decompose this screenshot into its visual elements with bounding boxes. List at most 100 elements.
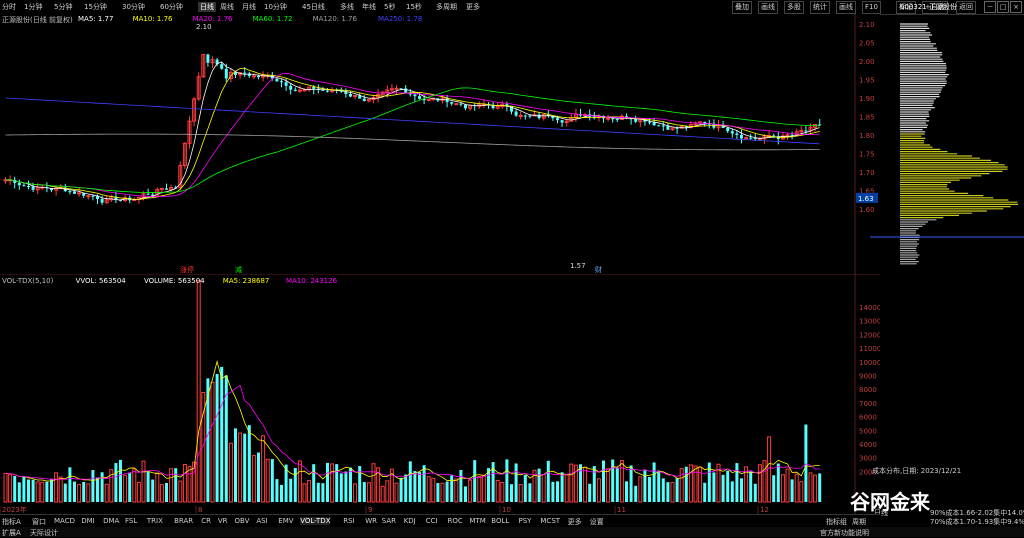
indicator-tab-8[interactable]: CR <box>201 517 211 525</box>
candle-body <box>804 130 808 132</box>
candle-body <box>73 191 76 194</box>
cost-dist-title: 成本分布,日期: 2023/12/21 <box>872 467 962 475</box>
low-label: 1.57 <box>570 262 586 270</box>
timeframe-4[interactable]: 30分钟 <box>122 2 145 12</box>
month-label-1: 8 <box>198 506 202 514</box>
toolbar-button-1[interactable]: 画线 <box>758 1 778 14</box>
indicator-tab-21[interactable]: BOLL <box>491 517 509 525</box>
indicator-tab-24[interactable]: 更多 <box>568 517 582 527</box>
watermark-logo: 谷网金来 <box>850 490 930 514</box>
toolbar-button-5[interactable]: F10 <box>862 1 881 14</box>
price-title: 正源股份(日线 前复权) <box>2 16 73 24</box>
indicator-tab-11[interactable]: ASI <box>256 517 267 525</box>
indicator-tab-10[interactable]: OBV <box>235 517 250 525</box>
indicator-tab-0[interactable]: 指标A <box>2 517 21 527</box>
volume-bar <box>220 366 224 502</box>
timeframe-9[interactable]: 10分钟 <box>264 2 287 12</box>
vol-legend-0: VOL-TDX(5,10) <box>2 277 54 285</box>
indicator-tab-16[interactable]: SAR <box>382 517 396 525</box>
indicator-tab-23[interactable]: MCST <box>540 517 560 525</box>
volume-bar <box>588 483 592 502</box>
candle-body <box>749 137 753 139</box>
toolbar-button-3[interactable]: 统计 <box>810 1 830 14</box>
candle-body <box>91 195 95 197</box>
month-label-2: 9 <box>368 506 372 514</box>
stock-code: 600321 正源股份 <box>900 3 957 11</box>
indicator-tab-20[interactable]: MTM <box>469 517 485 525</box>
period-control[interactable]: 周期 <box>852 517 866 527</box>
indicator-tab-4[interactable]: DMA <box>103 517 119 525</box>
volume-bar <box>592 466 596 502</box>
indicator-tab-18[interactable]: CCI <box>426 517 438 525</box>
vol-legend-4: MA10: 243126 <box>286 277 338 285</box>
candle-body <box>234 72 237 75</box>
volume-bar <box>293 467 297 502</box>
candle-body <box>514 111 518 116</box>
toolbar-button-8[interactable]: 返回 <box>956 1 976 14</box>
indicator-tab-22[interactable]: PSY <box>519 517 532 525</box>
indicator-tab-12[interactable]: EMV <box>278 517 293 525</box>
volume-bar <box>280 484 283 502</box>
toolbar-button-0[interactable]: 叠加 <box>732 1 752 14</box>
timeframe-1[interactable]: 1分钟 <box>24 2 42 12</box>
timeframe-12[interactable]: 年线 <box>362 2 376 12</box>
volume-bar <box>82 481 86 502</box>
timeframe-14[interactable]: 15秒 <box>406 2 422 12</box>
volume-bar <box>661 478 665 502</box>
volume-bar <box>17 482 21 502</box>
candle-body <box>615 119 619 121</box>
vol-legend-1: VVOL: 563504 <box>75 277 126 285</box>
indicator-tab-3[interactable]: DMI <box>81 517 95 525</box>
candle-body <box>394 87 399 90</box>
timeframe-0[interactable]: 分时 <box>2 2 16 12</box>
ma-legend-3: MA60: 1.72 <box>252 15 293 23</box>
timeframe-11[interactable]: 多线 <box>340 2 354 12</box>
candle-body <box>27 186 30 188</box>
price-chart[interactable]: 2.102.052.001.951.901.851.801.751.701.65… <box>0 14 880 274</box>
close-icon[interactable]: × <box>1010 1 1022 13</box>
indicator-tab-15[interactable]: WR <box>365 517 377 525</box>
indicator-tab-1[interactable]: 窗口 <box>32 517 46 527</box>
toolbar-button-4[interactable]: 画线 <box>836 1 856 14</box>
indicator-tab-6[interactable]: TRIX <box>147 517 163 525</box>
volume-bar <box>735 463 739 502</box>
toolbar-button-2[interactable]: 多股 <box>784 1 804 14</box>
candle-body <box>757 138 762 141</box>
indicator-tab-13[interactable]: VOL-TDX <box>300 517 331 525</box>
indicator-tab-5[interactable]: FSL <box>125 517 137 525</box>
maximize-icon[interactable]: □ <box>997 1 1009 13</box>
timeframe-6[interactable]: 日线 <box>198 2 216 12</box>
volume-bar <box>546 460 550 502</box>
candle-body <box>31 186 35 190</box>
candle-body <box>321 89 325 91</box>
indicator-tab-7[interactable]: BRAR <box>174 517 193 525</box>
timeframe-10[interactable]: 45日线 <box>302 2 325 12</box>
minimize-icon[interactable]: － <box>984 1 996 13</box>
volume-chart[interactable]: 1400013000120001100010000900080007000600… <box>0 274 880 514</box>
timeframe-3[interactable]: 15分钟 <box>84 2 107 12</box>
timeframe-2[interactable]: 5分钟 <box>54 2 72 12</box>
volume-bar <box>625 481 628 502</box>
timeframe-13[interactable]: 5秒 <box>384 2 395 12</box>
timeframe-7[interactable]: 周线 <box>220 2 234 12</box>
candle-body <box>362 98 366 101</box>
indicator-tab-17[interactable]: KDJ <box>404 517 416 525</box>
timeframe-8[interactable]: 月线 <box>242 2 256 12</box>
indicator-tab-19[interactable]: ROC <box>448 517 463 525</box>
indicator-group[interactable]: 指标组 <box>826 517 847 527</box>
timeframe-16[interactable]: 更多 <box>466 2 480 12</box>
volume-bar <box>523 474 527 502</box>
volume-bar <box>63 483 67 502</box>
volume-bar <box>459 470 463 502</box>
timeframe-15[interactable]: 多周期 <box>436 2 457 12</box>
indicator-tab-9[interactable]: VR <box>218 517 228 525</box>
candle-body <box>349 94 352 97</box>
timeframe-5[interactable]: 60分钟 <box>160 2 183 12</box>
indicator-tab-25[interactable]: 设置 <box>590 517 604 527</box>
indicator-tab-2[interactable]: MACD <box>54 517 75 525</box>
volume-bar <box>321 483 325 502</box>
month-label-4: 11 <box>617 506 626 514</box>
indicator-tab-14[interactable]: RSI <box>343 517 354 525</box>
candle-body <box>537 114 541 119</box>
event-marker-2: 财 <box>595 265 602 274</box>
